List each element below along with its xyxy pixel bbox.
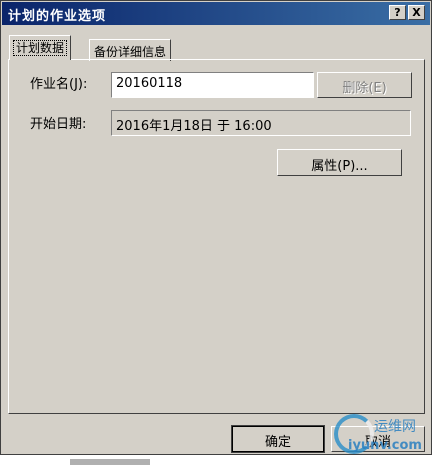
close-icon: X [412,6,421,19]
ok-button[interactable]: 确定 [231,425,325,453]
title-bar[interactable]: 计划的作业选项 ? X [2,2,430,25]
tab-backup-details[interactable]: 备份详细信息 [89,39,172,61]
delete-button[interactable]: 删除(E) [317,72,412,98]
scheduled-job-options-dialog: 计划的作业选项 ? X 计划数据 备份详细信息 作业名(J): 20160118… [0,0,432,455]
background-fragment [70,459,150,465]
job-name-input[interactable]: 20160118 [111,72,314,98]
tab-schedule-data[interactable]: 计划数据 [9,35,72,60]
close-button[interactable]: X [408,5,425,20]
help-button[interactable]: ? [389,5,406,20]
properties-button[interactable]: 属性(P)... [277,149,402,176]
window-title: 计划的作业选项 [8,9,107,24]
tab-label: 计划数据 [12,40,68,56]
start-date-field: 2016年1月18日 于 16:00 [111,110,411,136]
cancel-button[interactable]: 取消 [331,426,425,452]
help-icon: ? [394,6,401,19]
tab-label: 备份详细信息 [94,45,167,59]
